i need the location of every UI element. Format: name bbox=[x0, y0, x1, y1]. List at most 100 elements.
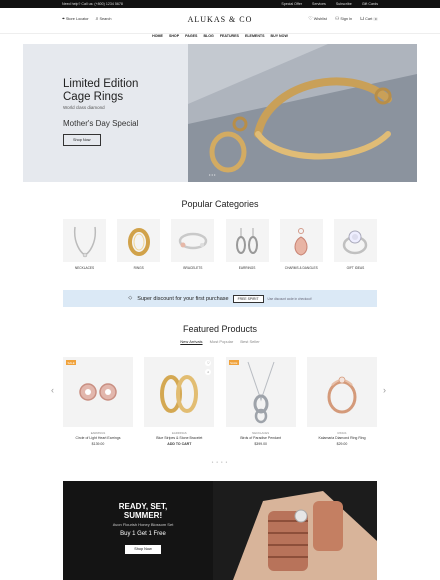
product-name[interactable]: Circle of Light Heart Earrings bbox=[63, 436, 133, 440]
product-card[interactable]: RINGS Kalamaria Diamond Ring Ring $29.00 bbox=[306, 357, 377, 446]
product-card[interactable]: SALE EARRINGS Circle of Light Heart Earr… bbox=[63, 357, 133, 446]
product-category: NECKLACES bbox=[252, 431, 270, 435]
category-label: EARRINGS bbox=[238, 266, 256, 270]
cart-count-badge: 0 bbox=[373, 17, 378, 21]
nav-home[interactable]: HOME bbox=[152, 34, 163, 38]
signin-link[interactable]: ⚇Sign In bbox=[335, 17, 352, 22]
nav-elements[interactable]: ELEMENTS bbox=[245, 34, 265, 38]
featured-title: Featured Products bbox=[182, 324, 258, 334]
nav-features[interactable]: FEATURES bbox=[220, 34, 239, 38]
hero-title-line2: Cage Rings bbox=[63, 91, 124, 103]
quick-view-icon[interactable]: ⌕ bbox=[205, 369, 212, 375]
wishlist-icon[interactable]: ♡ bbox=[205, 360, 212, 366]
banner-title: READY, SET, SUMMER! bbox=[91, 502, 195, 520]
promo-text: Super discount for your first purchase bbox=[137, 295, 229, 302]
help-text: Need help? Call us: (+800) 1234 5678 bbox=[62, 2, 123, 6]
hero-rings-image bbox=[188, 44, 417, 182]
cart-label: Cart bbox=[365, 17, 373, 21]
summer-banner: READY, SET, SUMMER! Avon Flourish Honey B… bbox=[63, 481, 377, 580]
product-category: RINGS bbox=[337, 431, 347, 435]
category-label: CHARMS & DANGLES bbox=[284, 266, 318, 270]
categories-title: Popular Categories bbox=[181, 199, 259, 209]
product-tabs: New Arrivals Most Popular Best Seller bbox=[0, 339, 440, 344]
wishlist-label: Wishlist bbox=[313, 17, 327, 21]
category-charms[interactable]: CHARMS & DANGLES bbox=[279, 219, 323, 270]
link-special-offer[interactable]: Special Offer bbox=[281, 2, 302, 6]
hero-shop-now-button[interactable]: Shop Now bbox=[63, 134, 101, 146]
carousel-dots[interactable]: ● ● ● ● bbox=[0, 460, 440, 464]
banner-text: READY, SET, SUMMER! Avon Flourish Honey B… bbox=[91, 502, 195, 555]
sale-badge: SALE bbox=[228, 360, 239, 365]
top-bar: Need help? Call us: (+800) 1234 5678 Spe… bbox=[0, 0, 440, 8]
product-price: $399.00 bbox=[254, 442, 267, 446]
banner-subtitle: Avon Flourish Honey Blossom Set bbox=[112, 522, 174, 527]
banner-shop-now-button[interactable]: Shop Now bbox=[125, 544, 161, 554]
category-label: RINGS bbox=[133, 266, 144, 270]
tab-most-popular[interactable]: Most Popular bbox=[210, 339, 234, 344]
banner-title-line2: SUMMER! bbox=[123, 511, 163, 520]
cart-icon: ⊔ bbox=[360, 16, 365, 22]
hero-subtitle: World class diamond bbox=[63, 105, 105, 110]
category-gift-ideas[interactable]: GIFT IDEAS bbox=[333, 219, 377, 270]
product-image: SALE bbox=[63, 357, 133, 427]
product-card[interactable]: ♡ ⌕ EARRINGS Blue Stripes & Stone Bracel… bbox=[144, 357, 215, 446]
nav-buy-now[interactable]: BUY NOW bbox=[271, 34, 288, 38]
sale-badge: SALE bbox=[66, 360, 77, 365]
add-to-cart-button[interactable]: ADD TO CART bbox=[144, 442, 214, 446]
hero-slider-dots[interactable]: • • • bbox=[23, 172, 417, 177]
product-name[interactable]: Kalamaria Diamond Ring Ring bbox=[307, 436, 377, 440]
promo-bar: ◇ Super discount for your first purchase… bbox=[63, 290, 377, 307]
product-name[interactable]: Blue Stripes & Stone Bracelet bbox=[144, 436, 214, 440]
site-header: ⌖Store Locator ⌕Search ALUKAS & CO ♡Wish… bbox=[0, 8, 440, 34]
bracelets-model-image bbox=[213, 481, 377, 580]
user-icon: ⚇ bbox=[334, 16, 340, 22]
tag-icon: ◇ bbox=[128, 295, 133, 301]
hero-title: Limited Edition Cage Rings bbox=[63, 78, 138, 104]
product-price: $29.00 bbox=[336, 442, 348, 446]
carousel-next-arrow[interactable]: › bbox=[383, 385, 386, 395]
nav-blog[interactable]: BLOG bbox=[203, 34, 213, 38]
category-bracelets[interactable]: BRACELETS bbox=[171, 219, 215, 270]
product-image: ♡ ⌕ bbox=[144, 357, 215, 427]
product-image: SALE bbox=[225, 357, 296, 427]
category-rings[interactable]: RINGS bbox=[117, 219, 161, 270]
product-category: EARRINGS bbox=[90, 431, 106, 435]
product-carousel: SALE EARRINGS Circle of Light Heart Earr… bbox=[63, 357, 377, 446]
nav-pages[interactable]: PAGES bbox=[185, 34, 197, 38]
ring-icon bbox=[117, 219, 161, 262]
charm-icon bbox=[279, 219, 323, 262]
earring-icon bbox=[225, 219, 269, 262]
hero-text: Limited Edition Cage Rings World class di… bbox=[63, 78, 138, 146]
wishlist-link[interactable]: ♡Wishlist bbox=[308, 17, 327, 22]
category-label: BRACELETS bbox=[183, 266, 203, 270]
category-list: NECKLACES RINGS BRACELETS EARRINGS CHARM… bbox=[63, 219, 377, 270]
category-label: GIFT IDEAS bbox=[346, 266, 365, 270]
top-links: Special Offer Services Subscribe Gift Ca… bbox=[281, 2, 378, 6]
promo-note: Use discount code in checkout! bbox=[267, 296, 312, 301]
heart-icon: ♡ bbox=[308, 16, 313, 22]
category-necklaces[interactable]: NECKLACES bbox=[63, 219, 106, 270]
signin-label: Sign In bbox=[340, 17, 353, 21]
necklace-icon bbox=[63, 219, 106, 262]
hero-occasion: Mother's Day Special bbox=[63, 119, 139, 128]
product-card[interactable]: SALE NECKLACES Birds of Paradise Pendant… bbox=[225, 357, 296, 446]
product-image bbox=[306, 357, 377, 427]
promo-code[interactable]: FREE SPIRIT bbox=[232, 294, 264, 303]
category-earrings[interactable]: EARRINGS bbox=[225, 219, 269, 270]
main-nav: HOME SHOP PAGES BLOG FEATURES ELEMENTS B… bbox=[0, 34, 440, 44]
nav-shop[interactable]: SHOP bbox=[169, 34, 179, 38]
tab-new-arrivals[interactable]: New Arrivals bbox=[180, 339, 202, 344]
link-subscribe[interactable]: Subscribe bbox=[336, 2, 352, 6]
cart-link[interactable]: ⊔Cart 0 bbox=[360, 17, 378, 22]
hero-title-line1: Limited Edition bbox=[63, 78, 139, 90]
link-gift-cards[interactable]: Gift Cards bbox=[362, 2, 378, 6]
gift-ring-icon bbox=[333, 219, 377, 262]
link-services[interactable]: Services bbox=[312, 2, 326, 6]
bracelet-icon bbox=[171, 219, 215, 262]
product-name[interactable]: Birds of Paradise Pendant bbox=[226, 436, 296, 440]
tab-best-seller[interactable]: Best Seller bbox=[240, 339, 259, 344]
product-category: EARRINGS bbox=[172, 431, 187, 435]
carousel-prev-arrow[interactable]: ‹ bbox=[51, 385, 54, 395]
header-actions: ♡Wishlist ⚇Sign In ⊔Cart 0 bbox=[308, 17, 378, 22]
product-price: $139.00 bbox=[91, 442, 105, 446]
